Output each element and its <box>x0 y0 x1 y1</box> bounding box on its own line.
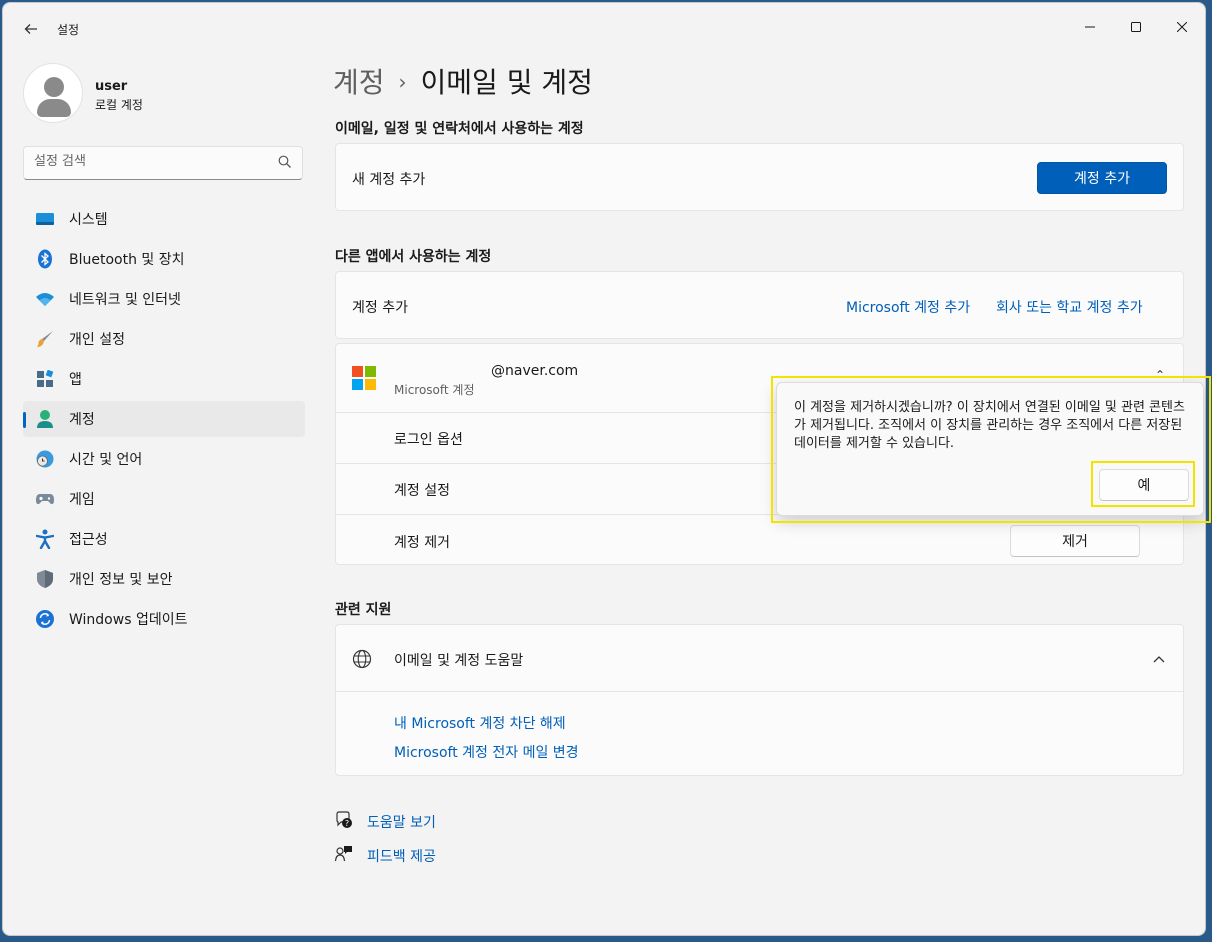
sidebar-item-bluetooth[interactable]: Bluetooth 및 장치 <box>23 241 305 277</box>
close-button[interactable] <box>1159 11 1205 43</box>
shield-icon <box>35 569 55 589</box>
close-icon <box>1177 22 1187 32</box>
sidebar-item-network[interactable]: 네트워크 및 인터넷 <box>23 281 305 317</box>
sidebar-item-time-language[interactable]: 시간 및 언어 <box>23 441 305 477</box>
maximize-button[interactable] <box>1113 11 1159 43</box>
sidebar-item-label: 시간 및 언어 <box>69 452 143 468</box>
sidebar-item-privacy[interactable]: 개인 정보 및 보안 <box>23 561 305 597</box>
settings-search[interactable] <box>23 146 303 180</box>
minimize-button[interactable] <box>1067 11 1113 43</box>
sidebar-item-label: 개인 정보 및 보안 <box>69 572 173 588</box>
breadcrumb: 계정 › 이메일 및 계정 <box>333 61 593 101</box>
unblock-account-link[interactable]: 내 Microsoft 계정 차단 해제 <box>394 713 566 733</box>
related-help-card: 이메일 및 계정 도움말 내 Microsoft 계정 차단 해제 Micros… <box>335 624 1184 776</box>
app-title: 설정 <box>57 23 80 37</box>
avatar <box>23 63 83 123</box>
search-input[interactable] <box>34 154 264 169</box>
system-icon <box>35 209 55 229</box>
give-feedback-link[interactable]: 피드백 제공 <box>367 846 436 866</box>
get-help-link[interactable]: 도움말 보기 <box>367 812 436 832</box>
sidebar-nav: 시스템 Bluetooth 및 장치 네트워크 및 인터넷 개인 설정 앱 계정… <box>23 201 305 641</box>
sidebar-item-personalization[interactable]: 개인 설정 <box>23 321 305 357</box>
remove-account-confirm-flyout: 이 계정을 제거하시겠습니까? 이 장치에서 연결된 이메일 및 관련 콘텐츠가… <box>776 382 1204 516</box>
sidebar-item-label: 계정 <box>69 412 95 428</box>
add-work-school-account-link[interactable]: 회사 또는 학교 계정 추가 <box>996 297 1143 317</box>
chevron-up-icon <box>1153 656 1165 663</box>
confirm-yes-button[interactable]: 예 <box>1099 469 1189 501</box>
add-email-account-card: 새 계정 추가 계정 추가 <box>335 143 1184 211</box>
help-expander-header[interactable]: 이메일 및 계정 도움말 <box>336 625 1183 692</box>
accessibility-icon <box>35 529 55 549</box>
account-icon <box>35 409 55 429</box>
section-title-related: 관련 지원 <box>335 602 392 618</box>
help-title: 이메일 및 계정 도움말 <box>394 653 524 669</box>
profile-name: user <box>95 79 128 94</box>
help-icon: ? <box>336 811 352 828</box>
sidebar-item-label: 게임 <box>69 492 95 508</box>
bluetooth-icon <box>35 249 55 269</box>
gamepad-icon <box>35 489 55 509</box>
account-email: @naver.com <box>491 363 579 379</box>
sidebar-item-label: 네트워크 및 인터넷 <box>69 292 181 308</box>
remove-account-row: 계정 제거 제거 <box>336 514 1183 565</box>
section-title-other-apps: 다른 앱에서 사용하는 계정 <box>335 249 492 265</box>
back-button[interactable] <box>19 17 43 41</box>
sidebar-item-label: 시스템 <box>69 212 108 228</box>
sidebar-item-accounts[interactable]: 계정 <box>23 401 305 437</box>
paintbrush-icon <box>35 329 55 349</box>
account-type: Microsoft 계정 <box>394 383 475 397</box>
profile-account-type: 로컬 계정 <box>95 98 143 112</box>
sidebar-item-label: Windows 업데이트 <box>69 612 188 628</box>
feedback-icon <box>335 846 352 862</box>
back-arrow-icon <box>24 24 37 34</box>
sidebar-item-windows-update[interactable]: Windows 업데이트 <box>23 601 305 637</box>
sidebar-item-accessibility[interactable]: 접근성 <box>23 521 305 557</box>
change-email-link[interactable]: Microsoft 계정 전자 메일 변경 <box>394 742 579 762</box>
page-title: 이메일 및 계정 <box>420 66 593 99</box>
globe-icon <box>352 649 372 669</box>
microsoft-logo-icon <box>352 366 376 390</box>
sidebar-item-label: 개인 설정 <box>69 332 125 348</box>
sidebar-item-label: 접근성 <box>69 532 108 548</box>
add-account-button[interactable]: 계정 추가 <box>1037 162 1167 194</box>
sidebar-item-label: 앱 <box>69 372 82 388</box>
maximize-icon <box>1131 22 1141 32</box>
update-icon <box>35 609 55 629</box>
signin-options-label: 로그인 옵션 <box>394 432 463 448</box>
sidebar-item-gaming[interactable]: 게임 <box>23 481 305 517</box>
breadcrumb-parent[interactable]: 계정 <box>333 66 385 99</box>
sidebar-item-apps[interactable]: 앱 <box>23 361 305 397</box>
remove-account-label: 계정 제거 <box>394 535 450 551</box>
title-bar: 설정 <box>3 3 1205 51</box>
account-settings-label: 계정 설정 <box>394 483 450 499</box>
search-icon[interactable] <box>278 155 292 169</box>
breadcrumb-separator: › <box>398 70 407 94</box>
sidebar-item-label: Bluetooth 및 장치 <box>69 252 185 268</box>
add-other-account-card: 계정 추가 Microsoft 계정 추가 회사 또는 학교 계정 추가 <box>335 271 1184 339</box>
section-title-email: 이메일, 일정 및 연락처에서 사용하는 계정 <box>335 121 584 137</box>
add-microsoft-account-link[interactable]: Microsoft 계정 추가 <box>846 297 970 317</box>
collapse-chevron-icon[interactable]: ⌃ <box>1155 368 1165 382</box>
remove-button[interactable]: 제거 <box>1010 525 1140 557</box>
minimize-icon <box>1085 26 1095 28</box>
add-account-label: 계정 추가 <box>352 300 408 316</box>
apps-icon <box>35 369 55 389</box>
wifi-icon <box>35 289 55 309</box>
sidebar-item-system[interactable]: 시스템 <box>23 201 305 237</box>
svg-text:?: ? <box>345 819 349 828</box>
add-new-account-label: 새 계정 추가 <box>352 172 426 188</box>
confirm-message: 이 계정을 제거하시겠습니까? 이 장치에서 연결된 이메일 및 관련 콘텐츠가… <box>794 400 1185 451</box>
clock-globe-icon <box>35 449 55 469</box>
